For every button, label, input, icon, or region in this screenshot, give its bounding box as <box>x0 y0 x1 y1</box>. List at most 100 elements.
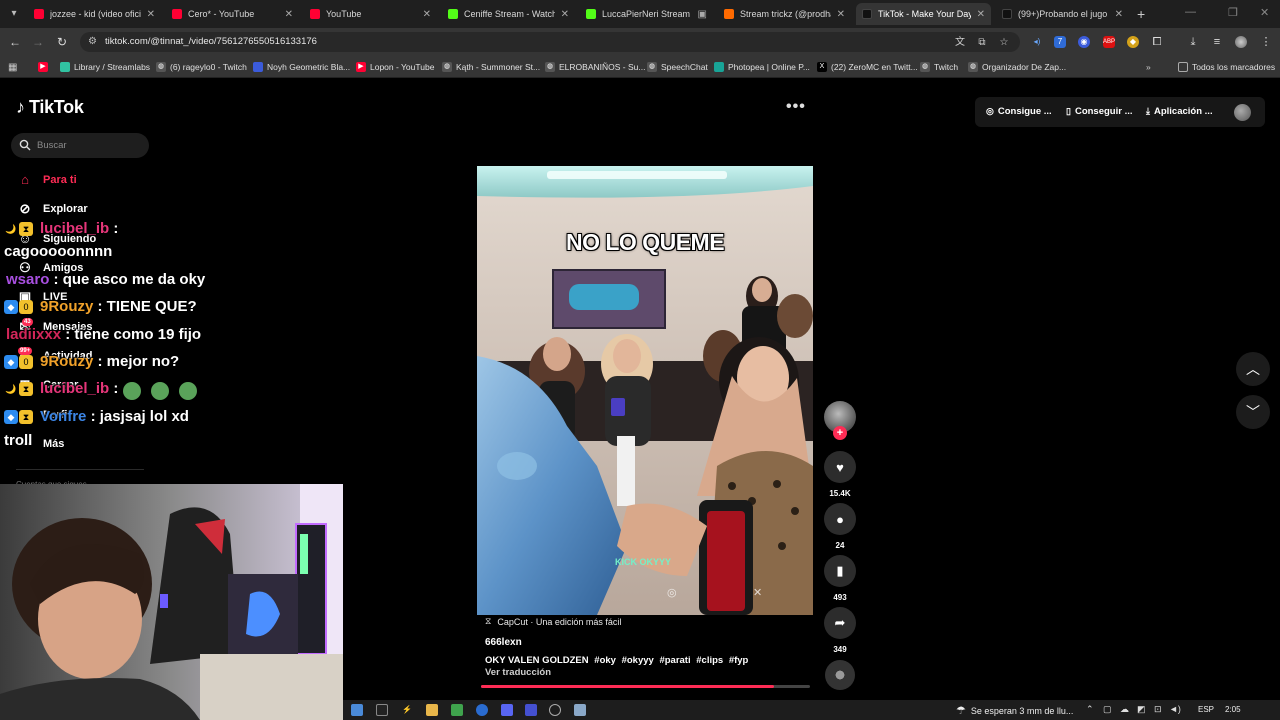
video-author[interactable]: 666lexn <box>485 637 522 648</box>
extension-icon[interactable]: ◉ <box>1078 36 1090 48</box>
back-button[interactable]: ← <box>7 34 23 50</box>
new-tab-button[interactable]: + <box>1137 6 1145 22</box>
close-icon[interactable]: ✕ <box>1115 9 1123 20</box>
download-app-button[interactable]: ⤓ Aplicación ... <box>1146 106 1213 117</box>
hashtag[interactable]: #clips <box>696 655 723 666</box>
clock[interactable]: 2:05 <box>1225 705 1241 714</box>
cloud-icon[interactable]: ☁ <box>1120 704 1129 715</box>
search-input[interactable]: Buscar <box>11 133 149 158</box>
download-icon[interactable]: ⤓ <box>1187 36 1199 48</box>
see-translation-link[interactable]: Ver traducción <box>485 667 551 678</box>
tab[interactable]: Stream trickz (@prodhaz ✕ <box>718 3 851 25</box>
taskview-icon[interactable] <box>351 704 363 716</box>
save-button[interactable]: ▮ 493 <box>823 555 857 602</box>
discord-icon[interactable] <box>501 704 513 716</box>
hashtag[interactable]: #okyyy <box>622 655 654 666</box>
bookmark-star-icon[interactable]: ☆ <box>998 37 1010 49</box>
reload-button[interactable]: ↻ <box>54 34 70 50</box>
close-icon[interactable]: ✕ <box>285 9 293 20</box>
hashtag[interactable]: #parati <box>659 655 690 666</box>
app-icon[interactable] <box>525 704 537 716</box>
tray-icon[interactable]: ◩ <box>1137 704 1146 715</box>
more-bookmarks-icon[interactable]: » <box>1146 60 1151 74</box>
window-close-icon[interactable]: ✕ <box>1260 6 1269 19</box>
follow-plus-icon[interactable]: + <box>833 426 847 440</box>
next-video-button[interactable]: ﹀ <box>1236 395 1270 429</box>
media-icon[interactable]: ▣ <box>698 9 707 20</box>
all-bookmarks[interactable]: Todos los marcadores <box>1178 60 1275 74</box>
adblock-icon[interactable]: ABP <box>1103 36 1115 48</box>
profile-avatar[interactable] <box>1235 36 1247 48</box>
apps-grid-icon[interactable]: ▦ <box>8 60 17 74</box>
app-icon[interactable] <box>451 704 463 716</box>
chrome-icon[interactable] <box>476 704 488 716</box>
close-icon[interactable]: ✕ <box>561 9 569 20</box>
app-icon[interactable]: ⚡ <box>401 704 413 716</box>
forward-button[interactable]: → <box>30 34 46 50</box>
extension-icon[interactable]: 7 <box>1054 36 1066 48</box>
bookmark[interactable]: ◍ ELROBANIÑOS - Su... <box>545 60 645 74</box>
share-button[interactable]: ➦ 349 <box>823 607 857 654</box>
comment-button[interactable]: ● 24 <box>823 503 857 550</box>
bookmark[interactable]: ▶ Lopon - YouTube <box>356 60 434 74</box>
url-text[interactable]: tiktok.com/@tinnat_/video/75612765505161… <box>105 36 317 47</box>
extension-icon[interactable]: ◆ <box>1127 36 1139 48</box>
chevron-up-icon[interactable]: ⌃ <box>1086 704 1094 715</box>
bookmark[interactable]: ◍ Twitch <box>920 60 958 74</box>
bookmark[interactable]: Noyh Geometric Bla... <box>253 60 350 74</box>
extension-icon[interactable]: ◂) <box>1031 36 1043 48</box>
tab-search-button[interactable]: ▾ <box>6 6 22 22</box>
like-button[interactable]: ♥ 15.4K <box>823 451 857 498</box>
bookmark[interactable]: ◍ (6) rageylo0 - Twitch <box>156 60 247 74</box>
obs-icon[interactable] <box>376 704 388 716</box>
extensions-puzzle-icon[interactable]: ⧠ <box>1151 36 1163 48</box>
site-info-icon[interactable]: ⚙ <box>88 36 100 48</box>
close-icon[interactable]: ✕ <box>977 9 985 20</box>
music-disc[interactable] <box>825 660 855 690</box>
translate-icon[interactable]: 文 <box>954 37 966 49</box>
kebab-menu-icon[interactable]: ⋮ <box>1260 36 1272 48</box>
hashtag[interactable]: #fyp <box>729 655 749 666</box>
close-icon[interactable]: ✕ <box>147 9 155 20</box>
video-progress-bar[interactable] <box>481 685 810 688</box>
video-player[interactable]: NO LO QUEME KICK OKYYY ◎ ✕ <box>477 166 813 615</box>
coins-button[interactable]: ◎ Consigue ... <box>986 106 1052 117</box>
bookmark[interactable]: Library / Streamlabs <box>60 60 150 74</box>
notepad-icon[interactable] <box>574 704 586 716</box>
weather-widget[interactable]: ☂ Se esperan 3 mm de llu... <box>956 704 1073 717</box>
get-app-button[interactable]: ▯ Conseguir ... <box>1066 106 1133 117</box>
minimize-icon[interactable]: — <box>1185 6 1196 18</box>
tray-icon[interactable]: ⊡ <box>1154 704 1162 715</box>
file-explorer-icon[interactable] <box>426 704 438 716</box>
close-icon[interactable]: ✕ <box>837 9 845 20</box>
bookmark[interactable]: ▶ <box>38 60 52 74</box>
bookmark[interactable]: ◍ SpeechChat <box>647 60 708 74</box>
close-icon[interactable]: ✕ <box>423 9 431 20</box>
user-avatar[interactable] <box>1234 104 1251 121</box>
media-controls-icon[interactable]: ≡ <box>1211 36 1223 48</box>
bookmark[interactable]: ◍ Organizador De Zap... <box>968 60 1066 74</box>
tab-active[interactable]: TikTok - Make Your Day ✕ <box>856 3 991 25</box>
restore-icon[interactable]: ❐ <box>1228 6 1238 19</box>
tab[interactable]: (99+)Probando el jugo de ✕ <box>996 3 1129 25</box>
sidebar-item-explorar[interactable]: ⊘ Explorar <box>16 200 88 218</box>
bookmark[interactable]: X (22) ZeroMC en Twitt... <box>817 60 918 74</box>
more-options-icon[interactable]: ••• <box>786 98 806 116</box>
address-bar[interactable]: ⚙ tiktok.com/@tinnat_/video/756127655051… <box>80 32 1020 52</box>
capcut-anchor[interactable]: ⧖ CapCut · Una edición más fácil <box>485 616 621 627</box>
sidebar-item-para-ti[interactable]: ⌂ Para ti <box>16 171 77 189</box>
tray-icon[interactable]: ▢ <box>1103 704 1112 715</box>
tab[interactable]: Ceniffe Stream - Watch Li ✕ <box>442 3 575 25</box>
volume-icon[interactable]: ◄) <box>1169 704 1181 714</box>
tiktok-logo[interactable]: ♪ TikTok <box>16 97 84 118</box>
bookmark[interactable]: ◍ Kąth - Summoner St... <box>442 60 540 74</box>
cast-icon[interactable]: ⧉ <box>976 37 988 49</box>
language-indicator[interactable]: ESP <box>1198 705 1214 714</box>
tab[interactable]: YouTube ✕ <box>304 3 437 25</box>
tab[interactable]: LuccaPierNeri Stream ▣ <box>580 3 713 25</box>
bookmark[interactable]: Photopea | Online P... <box>714 60 810 74</box>
tab[interactable]: Cero* - YouTube ✕ <box>166 3 299 25</box>
hashtag[interactable]: #oky <box>594 655 616 666</box>
tab[interactable]: jozzee - kid (video oficial) ✕ <box>28 3 161 25</box>
app-icon[interactable] <box>549 704 561 716</box>
